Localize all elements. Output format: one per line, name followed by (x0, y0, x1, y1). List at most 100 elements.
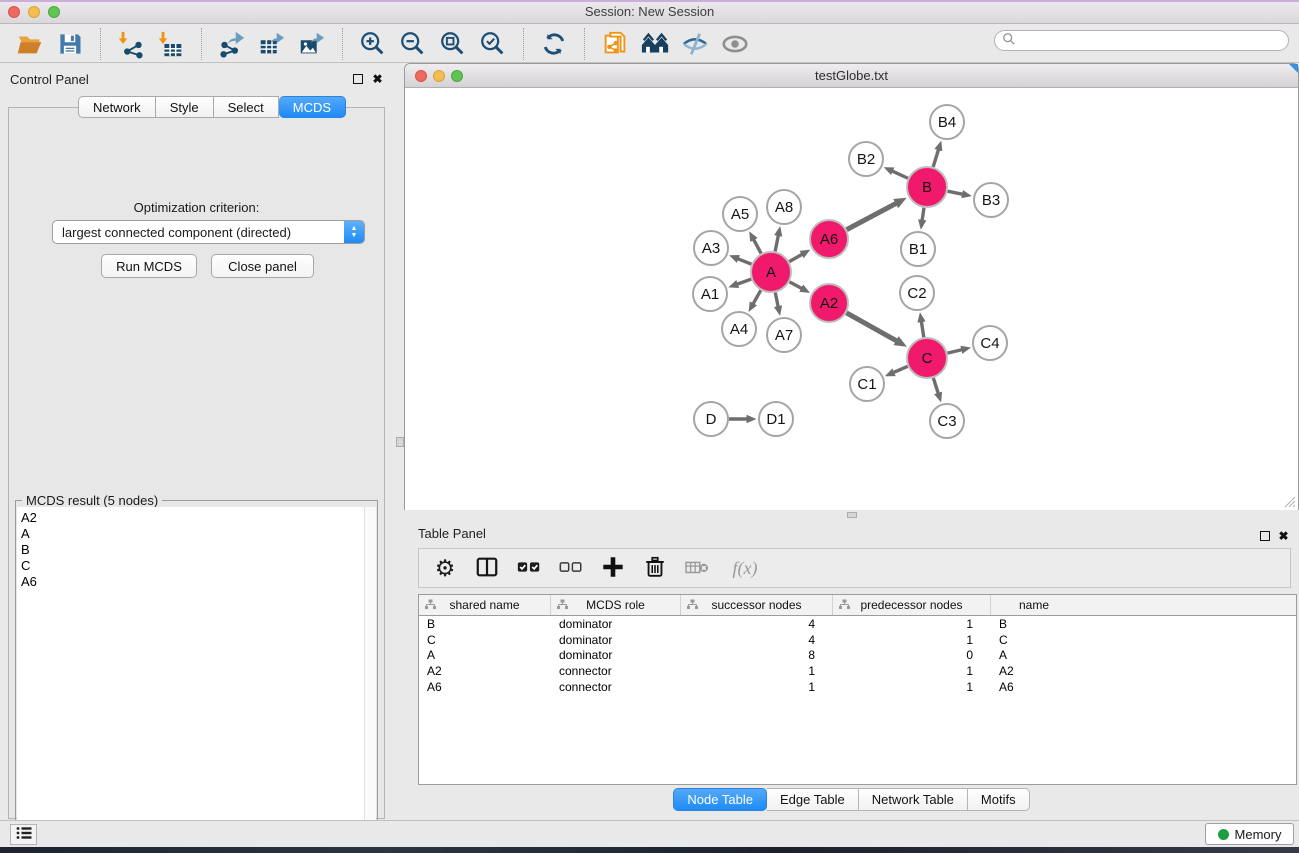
table-cell[interactable]: 4 (681, 617, 833, 631)
table-cell[interactable]: 1 (833, 633, 991, 647)
edge-A-A7[interactable] (775, 293, 778, 308)
edge-A-A2[interactable] (790, 282, 803, 289)
table-cell[interactable]: 1 (833, 664, 991, 678)
edge-A-A1[interactable] (736, 279, 751, 284)
table-cell[interactable]: A2 (419, 664, 551, 678)
result-item[interactable]: A6 (21, 574, 366, 590)
mcds-result-list[interactable]: A2ABCA6 (17, 507, 366, 844)
export-image-button[interactable] (292, 28, 332, 60)
function-builder-button[interactable]: f(x) (725, 554, 765, 582)
tab-node-table[interactable]: Node Table (673, 788, 767, 811)
home-button[interactable] (635, 28, 675, 60)
add-row-button[interactable] (599, 554, 627, 582)
open-session-button[interactable] (10, 28, 50, 60)
table-cell[interactable]: 1 (681, 664, 833, 678)
zoom-selected-button[interactable] (473, 28, 513, 60)
column-header-shared-name[interactable]: shared name (419, 595, 551, 615)
close-table-panel-button[interactable]: ✖ (1277, 529, 1290, 542)
close-panel-button[interactable]: ✖ (371, 72, 384, 85)
edge-A2-C[interactable] (846, 313, 897, 342)
table-cell[interactable]: connector (551, 680, 681, 694)
table-cell[interactable]: 1 (681, 680, 833, 694)
table-cell[interactable]: dominator (551, 648, 681, 662)
table-cell[interactable]: dominator (551, 633, 681, 647)
search-field[interactable] (994, 30, 1289, 51)
edge-A-A3[interactable] (737, 258, 752, 264)
column-header-successor-nodes[interactable]: successor nodes (681, 595, 833, 615)
table-cell[interactable]: B (419, 617, 551, 631)
table-cell[interactable]: C (991, 633, 1077, 647)
edge-C-C4[interactable] (947, 349, 962, 353)
edge-A6-B[interactable] (847, 203, 897, 230)
export-network-button[interactable] (212, 28, 252, 60)
table-cell[interactable]: 4 (681, 633, 833, 647)
result-item[interactable]: A2 (21, 510, 366, 526)
tab-motifs[interactable]: Motifs (968, 788, 1030, 811)
toggle-column-panel-button[interactable] (473, 554, 501, 582)
run-mcds-button[interactable]: Run MCDS (101, 254, 197, 278)
tab-select[interactable]: Select (214, 96, 279, 118)
table-cell[interactable]: 1 (833, 680, 991, 694)
criterion-dropdown[interactable]: largest connected component (directed) ▲… (52, 220, 365, 244)
table-row[interactable]: Bdominator41B (419, 616, 1296, 632)
show-graphics-details-button[interactable] (715, 28, 755, 60)
table-cell[interactable]: A2 (991, 664, 1077, 678)
table-row[interactable]: Cdominator41C (419, 632, 1296, 648)
table-cell[interactable]: B (991, 617, 1077, 631)
export-table-button[interactable] (252, 28, 292, 60)
deselect-all-button[interactable] (557, 554, 585, 582)
edge-B-B4[interactable] (933, 149, 939, 167)
show-panels-button[interactable] (10, 824, 37, 845)
edge-B-B3[interactable] (948, 191, 964, 194)
table-cell[interactable]: dominator (551, 617, 681, 631)
divider-grip[interactable] (396, 437, 404, 447)
table-cell[interactable]: A6 (991, 680, 1077, 694)
table-cell[interactable]: connector (551, 664, 681, 678)
network-canvas[interactable]: B4B2BB3A8A5A6A3B1AC2A1A2A4A7C4CC1C3DD1 (405, 89, 1298, 510)
table-cell[interactable]: A (419, 648, 551, 662)
edge-A-A8[interactable] (775, 234, 778, 251)
result-item[interactable]: A (21, 526, 366, 542)
tab-network-table[interactable]: Network Table (859, 788, 968, 811)
tab-network[interactable]: Network (78, 96, 156, 118)
table-cell[interactable]: C (419, 633, 551, 647)
result-item[interactable]: C (21, 558, 366, 574)
edge-C-C1[interactable] (893, 366, 908, 373)
network-graph[interactable]: B4B2BB3A8A5A6A3B1AC2A1A2A4A7C4CC1C3DD1 (405, 89, 1298, 510)
apply-layout-button[interactable] (534, 28, 574, 60)
table-row[interactable]: A6connector11A6 (419, 679, 1296, 695)
save-session-button[interactable] (50, 28, 90, 60)
table-cell[interactable]: 8 (681, 648, 833, 662)
vertical-split-divider[interactable] (396, 63, 404, 820)
table-cell[interactable]: A6 (419, 680, 551, 694)
table-cell[interactable]: A (991, 648, 1077, 662)
edge-A-A5[interactable] (753, 239, 761, 254)
network-from-file-button[interactable] (595, 28, 635, 60)
memory-button[interactable]: Memory (1205, 823, 1294, 845)
table-settings-button[interactable]: ⚙ (431, 554, 459, 582)
column-header-name[interactable]: name (991, 595, 1077, 615)
zoom-out-button[interactable] (393, 28, 433, 60)
edge-A-A4[interactable] (753, 290, 761, 304)
tab-edge-table[interactable]: Edge Table (767, 788, 859, 811)
zoom-fit-button[interactable] (433, 28, 473, 60)
resize-grip-icon[interactable] (1282, 494, 1296, 508)
search-input[interactable] (1016, 34, 1288, 48)
float-table-panel-button[interactable] (1258, 529, 1271, 542)
edge-C-C3[interactable] (933, 378, 938, 394)
column-header-MCDS-role[interactable]: MCDS role (551, 595, 681, 615)
hide-graphics-details-button[interactable] (675, 28, 715, 60)
column-header-predecessor-nodes[interactable]: predecessor nodes (833, 595, 991, 615)
delete-row-button[interactable] (641, 554, 669, 582)
divider-grip[interactable] (847, 512, 857, 518)
delete-table-button[interactable] (683, 554, 711, 582)
tab-mcds[interactable]: MCDS (279, 96, 346, 118)
table-cell[interactable]: 1 (833, 617, 991, 631)
edge-B-B2[interactable] (891, 171, 907, 179)
zoom-in-button[interactable] (353, 28, 393, 60)
float-panel-button[interactable] (351, 72, 364, 85)
select-all-button[interactable] (515, 554, 543, 582)
close-panel-action-button[interactable]: Close panel (211, 254, 314, 278)
result-list-scrollbar[interactable] (364, 507, 376, 844)
table-row[interactable]: A2connector11A2 (419, 663, 1296, 679)
